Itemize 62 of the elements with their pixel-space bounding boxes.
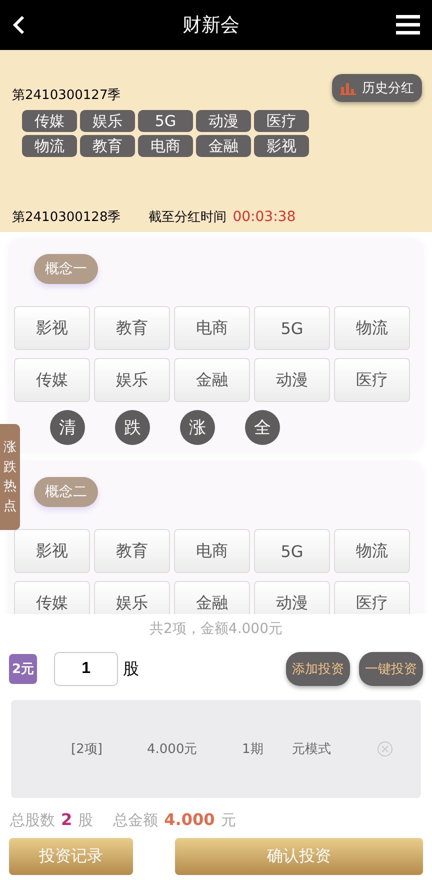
countdown: 00:03:38 [232, 209, 296, 225]
filter-button[interactable]: 涨 [180, 410, 215, 445]
concept-option[interactable]: 动漫 [254, 581, 330, 614]
concept-title: 概念一 [34, 254, 98, 284]
quantity-field[interactable]: 1 [54, 652, 118, 686]
back-icon[interactable] [12, 15, 26, 35]
concept-option[interactable]: 物流 [334, 529, 410, 573]
concept-option[interactable]: 动漫 [254, 358, 330, 402]
result-tag: 电商 [138, 135, 193, 157]
add-button[interactable]: 添加投资 [286, 652, 350, 686]
result-tag: 传媒 [22, 110, 77, 132]
result-tag: 动漫 [196, 110, 251, 132]
amount-label: 总金额 [113, 811, 158, 830]
result-tag: 影视 [254, 135, 309, 157]
concept-option[interactable]: 电商 [174, 306, 250, 350]
concept-option[interactable]: 5G [254, 306, 330, 350]
concept-option[interactable]: 电商 [174, 529, 250, 573]
concept-option[interactable]: 医疗 [334, 358, 410, 402]
concept-option[interactable]: 影视 [14, 529, 90, 573]
concept-option[interactable]: 5G [254, 529, 330, 573]
filter-button[interactable]: 跌 [115, 410, 150, 445]
history-button[interactable]: 历史分红 [332, 74, 422, 102]
concept-option[interactable]: 教育 [94, 529, 170, 573]
period-number: 第2410300127季 [12, 87, 122, 104]
menu-icon[interactable] [396, 15, 420, 35]
quantity-unit: 股 [123, 658, 140, 680]
concept-option[interactable]: 影视 [14, 306, 90, 350]
concept-option[interactable]: 传媒 [14, 581, 90, 614]
filter-button[interactable]: 全 [245, 410, 280, 445]
result-tag: 5G [138, 110, 193, 132]
side-tab[interactable]: 涨跌热点 [0, 424, 20, 530]
concept-option[interactable]: 传媒 [14, 358, 90, 402]
concept-option[interactable]: 教育 [94, 306, 170, 350]
concept-option[interactable]: 物流 [334, 306, 410, 350]
amount-unit: 元 [220, 811, 236, 830]
one-click-button[interactable]: 一键投资 [359, 652, 423, 686]
filter-button[interactable]: 清 [50, 410, 85, 445]
basket-periods: 1期 [242, 741, 264, 758]
result-tag: 教育 [80, 135, 135, 157]
period-number: 第2410300128季 [12, 209, 121, 226]
result-tag: 金融 [196, 135, 251, 157]
result-tag: 娱乐 [80, 110, 135, 132]
concept-option[interactable]: 娱乐 [94, 358, 170, 402]
summary-text: 共2项，金额4.000元 [148, 620, 284, 638]
concept-title: 概念二 [34, 477, 98, 507]
basket-count: [2项] [71, 741, 104, 758]
shares-label: 总股数 [10, 811, 55, 830]
concept-option[interactable]: 医疗 [334, 581, 410, 614]
page-title: 财新会 [182, 13, 240, 38]
bar-chart-icon [340, 81, 356, 95]
concept-option[interactable]: 金融 [174, 358, 250, 402]
concept-option[interactable]: 金融 [174, 581, 250, 614]
shares-value: 2 [61, 810, 72, 829]
result-tag: 物流 [22, 135, 77, 157]
basket-amount: 4.000元 [147, 741, 198, 758]
shares-unit: 股 [78, 811, 94, 830]
unit-badge[interactable]: 2元 [9, 654, 38, 684]
result-tag: 医疗 [254, 110, 309, 132]
amount-value: 4.000 [164, 810, 215, 829]
deadline-label: 截至分红时间 [148, 209, 227, 226]
basket-mode: 元模式 [292, 741, 332, 758]
concept-option[interactable]: 娱乐 [94, 581, 170, 614]
